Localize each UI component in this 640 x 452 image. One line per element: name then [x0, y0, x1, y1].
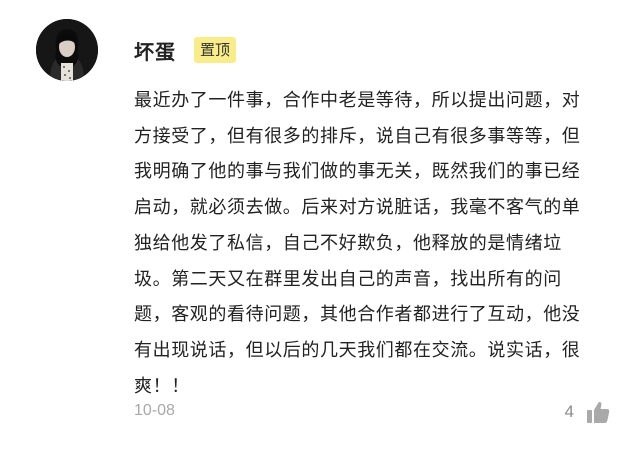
like-button[interactable]: 4 [565, 400, 610, 424]
comment-date: 10-08 [134, 402, 175, 419]
avatar[interactable] [36, 19, 98, 81]
username[interactable]: 坏蛋 [134, 36, 176, 65]
comment-header: 坏蛋 置顶 [134, 34, 237, 66]
thumbs-up-icon[interactable] [586, 400, 610, 424]
pinned-badge: 置顶 [194, 37, 237, 63]
avatar-image [36, 19, 98, 81]
like-count: 4 [564, 402, 574, 421]
comment-text: 最近办了一件事，合作中老是等待，所以提出问题，对方接受了，但有很多的排斥，说自己… [134, 90, 581, 397]
comment-card: 坏蛋 置顶 最近办了一件事，合作中老是等待，所以提出问题，对方接受了，但有很多的… [0, 0, 640, 452]
